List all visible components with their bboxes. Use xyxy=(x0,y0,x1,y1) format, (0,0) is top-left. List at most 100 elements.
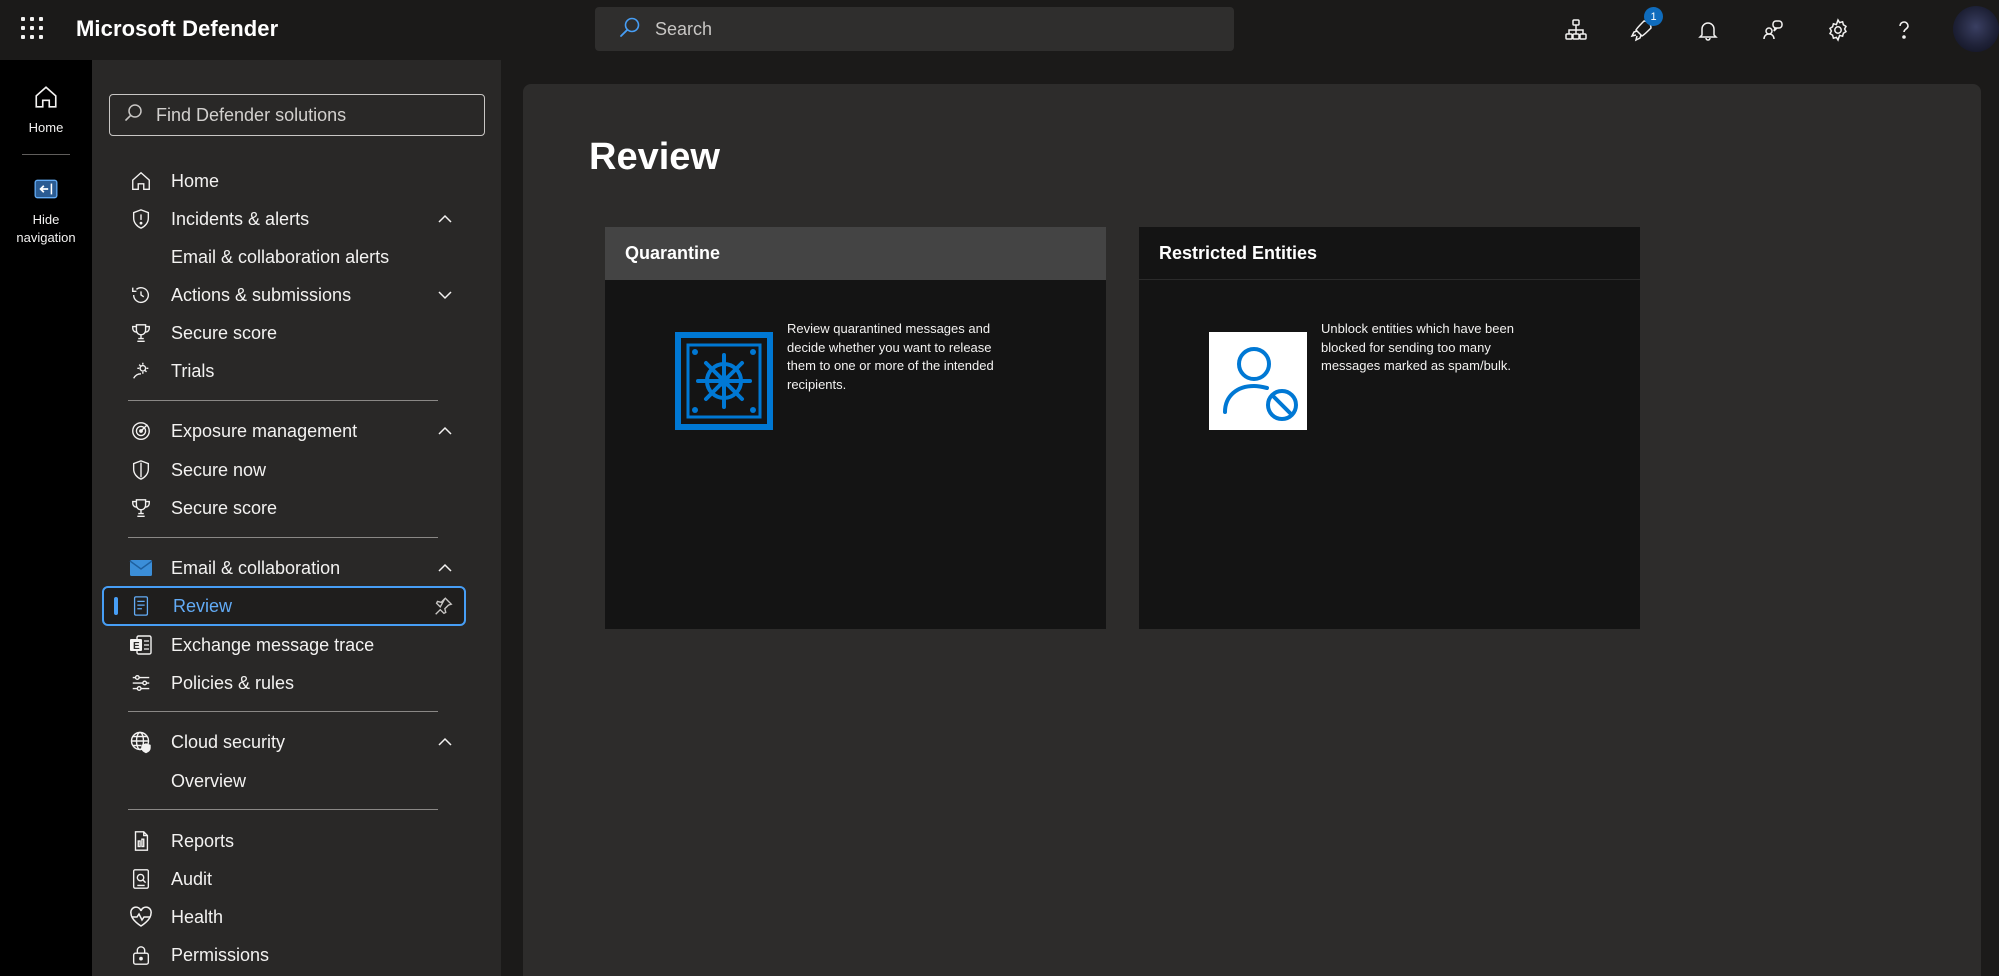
selected-indicator xyxy=(114,597,118,615)
nav-divider xyxy=(128,400,438,401)
navigation-panel: Find Defender solutions Home Incidents &… xyxy=(92,60,501,976)
nav-label: Reports xyxy=(171,830,235,851)
nav-divider xyxy=(128,711,438,712)
nav-item-review[interactable]: Review xyxy=(102,586,466,626)
audit-icon xyxy=(128,866,154,892)
bell-icon[interactable] xyxy=(1694,16,1722,44)
chevron-up-icon[interactable] xyxy=(437,560,453,576)
nav-label: Incidents & alerts xyxy=(171,208,310,229)
org-chart-icon[interactable] xyxy=(1562,16,1590,44)
nav-label: Review xyxy=(173,595,233,616)
page-title: Review xyxy=(589,136,720,178)
nav-label: Audit xyxy=(171,868,213,889)
card-title: Quarantine xyxy=(605,227,1106,280)
nav-item-email-collab-alerts[interactable]: Email & collaboration alerts xyxy=(128,240,461,274)
card-title: Restricted Entities xyxy=(1139,227,1640,280)
rail-home[interactable]: Home xyxy=(0,84,92,137)
nav-label: Exchange message trace xyxy=(171,634,375,655)
rail-home-label: Home xyxy=(28,120,64,135)
nav-item-cloud-security[interactable]: Cloud security xyxy=(128,725,461,759)
mail-icon xyxy=(128,555,154,581)
shield-icon xyxy=(128,457,154,483)
help-icon[interactable] xyxy=(1890,16,1918,44)
find-solutions-input[interactable]: Find Defender solutions xyxy=(109,94,485,136)
globe-shield-icon xyxy=(128,729,154,755)
search-placeholder: Search xyxy=(655,18,713,39)
nav-item-exposure-management[interactable]: Exposure management xyxy=(128,414,461,448)
nav-label: Actions & submissions xyxy=(171,284,352,305)
home-icon xyxy=(128,168,154,194)
chevron-up-icon[interactable] xyxy=(437,211,453,227)
blocked-user-icon xyxy=(1209,332,1307,430)
quarantine-card[interactable]: Quarantine Review quarantined messages a… xyxy=(605,227,1106,629)
restricted-entities-card[interactable]: Restricted Entities Unblock entities whi… xyxy=(1139,227,1640,629)
trials-icon xyxy=(128,358,154,384)
nav-label: Secure score xyxy=(171,322,278,343)
nav-label: Health xyxy=(171,906,224,927)
nav-item-overview[interactable]: Overview xyxy=(128,764,461,798)
sliders-icon xyxy=(128,670,154,696)
nav-label: Exposure management xyxy=(171,420,358,441)
chevron-up-icon[interactable] xyxy=(437,734,453,750)
radar-icon xyxy=(128,418,154,444)
nav-item-incidents-alerts[interactable]: Incidents & alerts xyxy=(128,202,461,236)
rocket-icon[interactable]: 1 xyxy=(1628,7,1663,44)
card-description: Review quarantined messages and decide w… xyxy=(787,321,994,392)
heart-pulse-icon xyxy=(128,904,154,930)
community-icon[interactable] xyxy=(1759,16,1787,44)
svg-text:E: E xyxy=(133,641,140,652)
nav-item-secure-now[interactable]: Secure now xyxy=(128,453,461,487)
nav-item-secure-score-2[interactable]: Secure score xyxy=(128,491,461,525)
card-description: Unblock entities which have been blocked… xyxy=(1321,321,1514,373)
rail-divider xyxy=(22,154,70,155)
nav-item-secure-score[interactable]: Secure score xyxy=(128,316,461,350)
nav-label: Email & collaboration alerts xyxy=(171,246,390,267)
nav-item-home[interactable]: Home xyxy=(128,164,461,198)
chevron-up-icon[interactable] xyxy=(437,423,453,439)
nav-label: Cloud security xyxy=(171,731,286,752)
chevron-down-icon[interactable] xyxy=(437,287,453,303)
gear-icon[interactable] xyxy=(1824,16,1852,44)
shield-alert-icon xyxy=(128,206,154,232)
nav-label: Secure score xyxy=(171,497,278,518)
app-launcher-icon[interactable] xyxy=(20,16,44,40)
nav-label: Email & collaboration xyxy=(171,557,341,578)
nav-divider xyxy=(128,809,438,810)
nav-item-health[interactable]: Health xyxy=(128,900,461,934)
report-icon xyxy=(128,828,154,854)
vault-icon xyxy=(675,332,773,430)
nav-item-reports[interactable]: Reports xyxy=(128,824,461,858)
top-bar: Microsoft Defender Search 1 xyxy=(0,0,1999,60)
exchange-icon: E xyxy=(128,632,154,658)
nav-item-permissions[interactable]: Permissions xyxy=(128,938,461,972)
nav-label: Policies & rules xyxy=(171,672,295,693)
home-icon xyxy=(33,84,59,115)
nav-divider xyxy=(128,537,438,538)
search-icon xyxy=(619,16,641,43)
nav-item-policies-rules[interactable]: Policies & rules xyxy=(128,666,461,700)
search-icon xyxy=(124,103,144,128)
document-review-icon xyxy=(128,593,154,619)
nav-label: Permissions xyxy=(171,944,270,965)
main-content: Review Quarantine Review quarantined mes… xyxy=(501,60,1999,976)
trophy-icon xyxy=(128,320,154,346)
nav-item-trials[interactable]: Trials xyxy=(128,354,461,388)
left-rail: Home Hide navigation xyxy=(0,60,92,976)
nav-item-exchange-message-trace[interactable]: E Exchange message trace xyxy=(128,628,461,662)
history-icon xyxy=(128,282,154,308)
nav-label: Home xyxy=(171,170,220,191)
find-solutions-placeholder: Find Defender solutions xyxy=(156,104,347,125)
pin-icon[interactable] xyxy=(432,595,454,617)
avatar[interactable] xyxy=(1953,6,1999,52)
content-panel: Review Quarantine Review quarantined mes… xyxy=(523,84,1981,976)
hide-navigation-button[interactable]: Hide navigation xyxy=(0,176,92,247)
trophy-icon xyxy=(128,495,154,521)
search-box[interactable]: Search xyxy=(595,7,1234,51)
nav-item-email-collaboration[interactable]: Email & collaboration xyxy=(128,551,461,585)
nav-label: Overview xyxy=(171,770,247,791)
nav-item-audit[interactable]: Audit xyxy=(128,862,461,896)
app-title[interactable]: Microsoft Defender xyxy=(76,16,278,42)
nav-item-actions-submissions[interactable]: Actions & submissions xyxy=(128,278,461,312)
notification-badge: 1 xyxy=(1644,7,1663,26)
lock-icon xyxy=(128,942,154,968)
